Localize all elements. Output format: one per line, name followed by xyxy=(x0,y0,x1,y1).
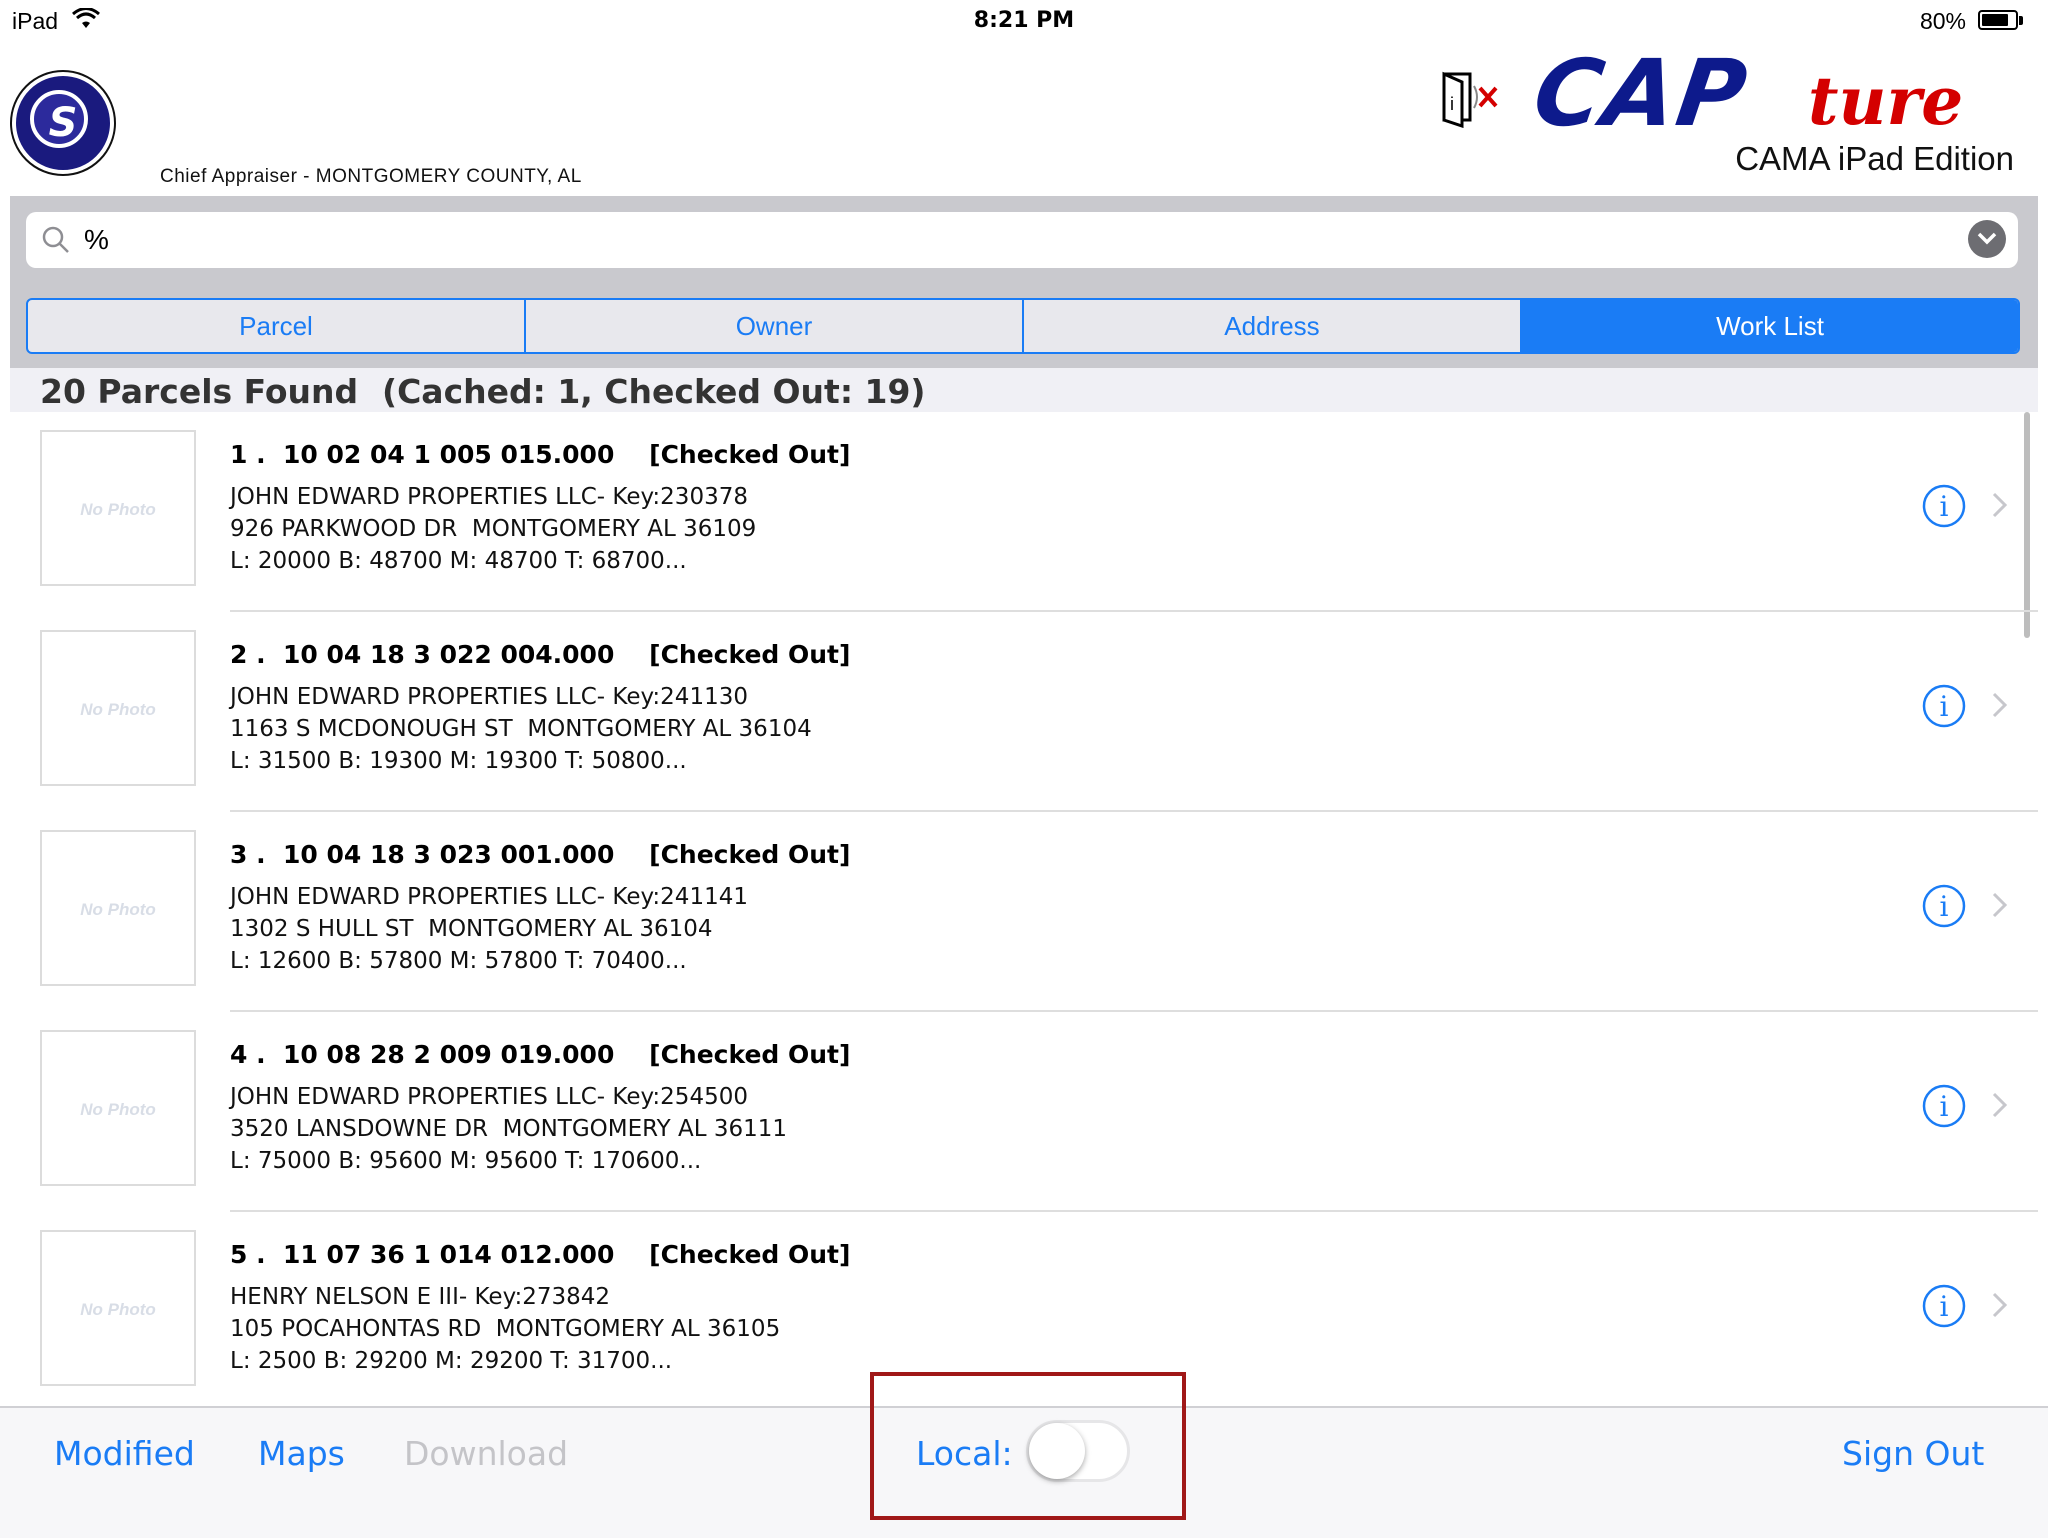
parcel-photo: No Photo xyxy=(40,830,196,986)
info-icon[interactable]: i xyxy=(1922,684,1966,728)
parcel-title: 1 . 10 02 04 1 005 015.000 [Checked Out] xyxy=(230,440,851,469)
parcels-found-label: 20 Parcels Found xyxy=(40,372,359,411)
parcel-values: L: 20000 B: 48700 M: 48700 T: 68700... xyxy=(230,548,687,574)
search-input[interactable] xyxy=(84,220,1944,260)
battery-nub xyxy=(2019,16,2023,25)
maps-button[interactable]: Maps xyxy=(258,1434,345,1473)
tab-address[interactable]: Address xyxy=(1024,300,1522,352)
parcel-photo: No Photo xyxy=(40,630,196,786)
parcel-list: No Photo 1 . 10 02 04 1 005 015.000 [Che… xyxy=(0,412,2048,1406)
parcel-title: 2 . 10 04 18 3 022 004.000 [Checked Out] xyxy=(230,640,851,669)
svg-text:i: i xyxy=(1940,690,1949,723)
no-photo-label: No Photo xyxy=(80,500,156,519)
chevron-down-icon xyxy=(1977,232,1997,245)
search-dropdown-button[interactable] xyxy=(1968,220,2006,258)
chevron-right-icon[interactable] xyxy=(1990,690,2010,720)
download-button[interactable]: Download xyxy=(404,1434,568,1473)
parcel-owner: JOHN EDWARD PROPERTIES LLC- Key:230378 xyxy=(230,484,748,510)
sign-out-button[interactable]: Sign Out xyxy=(1842,1434,1984,1473)
logo-letter: S xyxy=(48,100,78,146)
no-photo-label: No Photo xyxy=(80,700,156,719)
tab-owner[interactable]: Owner xyxy=(526,300,1024,352)
parcel-values: L: 12600 B: 57800 M: 57800 T: 70400... xyxy=(230,948,687,974)
svg-text:i: i xyxy=(1940,1290,1949,1323)
parcel-row[interactable]: No Photo 4 . 10 08 28 2 009 019.000 [Che… xyxy=(10,1012,2038,1212)
parcel-row[interactable]: No Photo 1 . 10 02 04 1 005 015.000 [Che… xyxy=(10,412,2038,612)
parcel-values: L: 31500 B: 19300 M: 19300 T: 50800... xyxy=(230,748,687,774)
svg-text:i: i xyxy=(1940,490,1949,523)
brand-logo: CAP xyxy=(1527,40,1755,147)
modified-button[interactable]: Modified xyxy=(54,1434,195,1473)
info-icon[interactable]: i xyxy=(1922,1284,1966,1328)
parcel-owner: JOHN EDWARD PROPERTIES LLC- Key:241141 xyxy=(230,884,748,910)
parcel-title: 4 . 10 08 28 2 009 019.000 [Checked Out] xyxy=(230,1040,851,1069)
chevron-right-icon[interactable] xyxy=(1990,890,2010,920)
parcel-owner: JOHN EDWARD PROPERTIES LLC- Key:254500 xyxy=(230,1084,748,1110)
parcel-photo: No Photo xyxy=(40,430,196,586)
cached-count-label: (Cached: 1, Checked Out: 19) xyxy=(382,372,926,411)
parcel-values: L: 75000 B: 95600 M: 95600 T: 170600... xyxy=(230,1148,702,1174)
no-photo-label: No Photo xyxy=(80,1300,156,1319)
parcel-photo: No Photo xyxy=(40,1030,196,1186)
parcel-title: 5 . 11 07 36 1 014 012.000 [Checked Out] xyxy=(230,1240,851,1269)
brand-logo-script: ture xyxy=(1808,62,1964,140)
parcel-photo: No Photo xyxy=(40,1230,196,1386)
parcel-values: L: 2500 B: 29200 M: 29200 T: 31700... xyxy=(230,1348,673,1374)
edition-label: CAMA iPad Edition xyxy=(1735,140,2014,177)
tab-parcel[interactable]: Parcel xyxy=(28,300,526,352)
chevron-right-icon[interactable] xyxy=(1990,490,2010,520)
clock: 8:21 PM xyxy=(973,8,1075,33)
parcel-title: 3 . 10 04 18 3 023 001.000 [Checked Out] xyxy=(230,840,851,869)
battery-icon xyxy=(1978,10,2018,30)
parcel-address: 1163 S MCDONOUGH ST MONTGOMERY AL 36104 xyxy=(230,716,812,742)
chevron-right-icon[interactable] xyxy=(1990,1090,2010,1120)
svg-text:i: i xyxy=(1940,890,1949,923)
parcel-owner: HENRY NELSON E III- Key:273842 xyxy=(230,1284,611,1310)
no-photo-label: No Photo xyxy=(80,1100,156,1119)
tab-work-list[interactable]: Work List xyxy=(1522,300,2018,352)
parcel-row[interactable]: No Photo 3 . 10 04 18 3 023 001.000 [Che… xyxy=(10,812,2038,1012)
search-mode-tabs: Parcel Owner Address Work List xyxy=(26,298,2020,354)
agency-label: Chief Appraiser - MONTGOMERY COUNTY, AL xyxy=(160,166,582,187)
parcel-address: 1302 S HULL ST MONTGOMERY AL 36104 xyxy=(230,916,713,942)
parcel-owner: JOHN EDWARD PROPERTIES LLC- Key:241130 xyxy=(230,684,748,710)
svg-text:i: i xyxy=(1940,1090,1949,1123)
info-icon[interactable]: i xyxy=(1922,884,1966,928)
agency-logo: S xyxy=(12,72,114,174)
parcel-address: 105 POCAHONTAS RD MONTGOMERY AL 36105 xyxy=(230,1316,781,1342)
info-icon[interactable]: i xyxy=(1922,484,1966,528)
parcel-row[interactable]: No Photo 2 . 10 04 18 3 022 004.000 [Che… xyxy=(10,612,2038,812)
search-icon xyxy=(40,224,72,256)
door-info-icon[interactable]: i xyxy=(1440,68,1504,129)
highlight-box xyxy=(870,1372,1186,1520)
parcel-address: 3520 LANSDOWNE DR MONTGOMERY AL 36111 xyxy=(230,1116,788,1142)
no-photo-label: No Photo xyxy=(80,900,156,919)
logo-inner: S xyxy=(30,90,88,148)
svg-text:i: i xyxy=(1450,94,1454,114)
info-icon[interactable]: i xyxy=(1922,1084,1966,1128)
battery-percent: 80% xyxy=(1919,8,1966,34)
chevron-right-icon[interactable] xyxy=(1990,1290,2010,1320)
status-bar: iPad 8:21 PM 80% xyxy=(0,0,2048,40)
parcel-address: 926 PARKWOOD DR MONTGOMERY AL 36109 xyxy=(230,516,757,542)
